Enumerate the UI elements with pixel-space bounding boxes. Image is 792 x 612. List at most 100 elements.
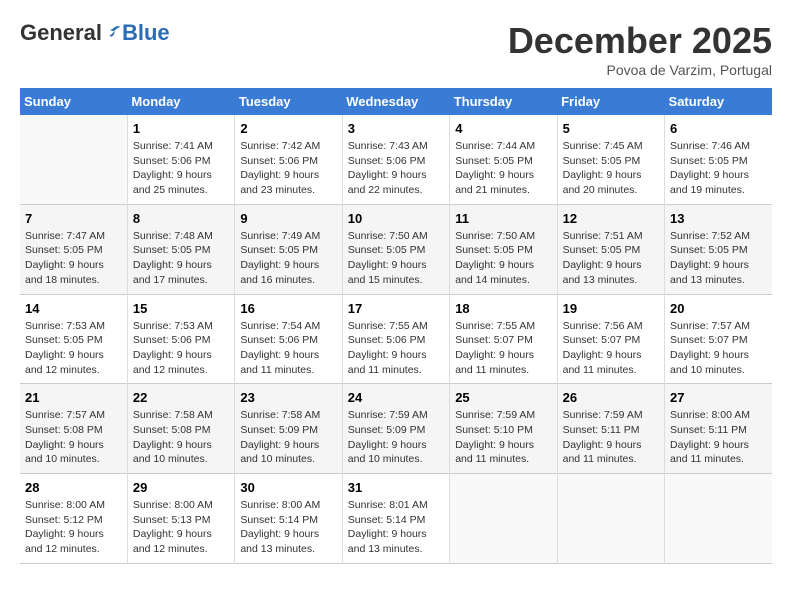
day-info: Sunrise: 7:59 AMSunset: 5:11 PMDaylight:… bbox=[563, 408, 659, 467]
day-number: 29 bbox=[133, 480, 229, 495]
calendar-week-row: 7 Sunrise: 7:47 AMSunset: 5:05 PMDaylight… bbox=[20, 204, 772, 294]
day-info: Sunrise: 8:00 AMSunset: 5:11 PMDaylight:… bbox=[670, 408, 767, 467]
day-info: Sunrise: 8:01 AMSunset: 5:14 PMDaylight:… bbox=[348, 498, 444, 557]
calendar-cell: 5Sunrise: 7:45 AMSunset: 5:05 PMDaylight… bbox=[557, 115, 664, 204]
calendar-cell: 31 Sunrise: 8:01 AMSunset: 5:14 PMDayligh… bbox=[342, 474, 449, 564]
weekday-header: Friday bbox=[557, 88, 664, 115]
day-info: Sunrise: 7:58 AMSunset: 5:09 PMDaylight:… bbox=[240, 408, 336, 467]
calendar-cell: 4 Sunrise: 7:44 AMSunset: 5:05 PMDaylight… bbox=[450, 115, 557, 204]
day-info: Sunrise: 7:47 AMSunset: 5:05 PMDaylight:… bbox=[25, 229, 122, 288]
day-info: Sunrise: 7:55 AMSunset: 5:07 PMDaylight:… bbox=[455, 319, 551, 378]
day-number: 22 bbox=[133, 390, 229, 405]
calendar-cell: 1 Sunrise: 7:41 AMSunset: 5:06 PMDaylight… bbox=[127, 115, 234, 204]
calendar-cell: 12 Sunrise: 7:51 AMSunset: 5:05 PMDayligh… bbox=[557, 204, 664, 294]
day-number: 9 bbox=[240, 211, 336, 226]
day-info: Sunrise: 7:59 AMSunset: 5:09 PMDaylight:… bbox=[348, 408, 444, 467]
day-info: Sunrise: 7:42 AMSunset: 5:06 PMDaylight:… bbox=[240, 139, 336, 198]
calendar-cell: 29 Sunrise: 8:00 AMSunset: 5:13 PMDayligh… bbox=[127, 474, 234, 564]
day-number: 6 bbox=[670, 121, 767, 136]
calendar-week-row: 1 Sunrise: 7:41 AMSunset: 5:06 PMDaylight… bbox=[20, 115, 772, 204]
day-info: Sunrise: 7:43 AMSunset: 5:06 PMDaylight:… bbox=[348, 139, 444, 198]
day-number: 13 bbox=[670, 211, 767, 226]
calendar-cell: 10 Sunrise: 7:50 AMSunset: 5:05 PMDayligh… bbox=[342, 204, 449, 294]
calendar-cell: 21 Sunrise: 7:57 AMSunset: 5:08 PMDayligh… bbox=[20, 384, 127, 474]
weekday-header-row: SundayMondayTuesdayWednesdayThursdayFrid… bbox=[20, 88, 772, 115]
calendar-cell: 9Sunrise: 7:49 AMSunset: 5:05 PMDaylight… bbox=[235, 204, 342, 294]
day-number: 19 bbox=[563, 301, 659, 316]
calendar-cell: 11 Sunrise: 7:50 AMSunset: 5:05 PMDayligh… bbox=[450, 204, 557, 294]
day-info: Sunrise: 7:41 AMSunset: 5:06 PMDaylight:… bbox=[133, 139, 229, 198]
day-number: 20 bbox=[670, 301, 767, 316]
calendar-cell: 30Sunrise: 8:00 AMSunset: 5:14 PMDayligh… bbox=[235, 474, 342, 564]
calendar-week-row: 21 Sunrise: 7:57 AMSunset: 5:08 PMDayligh… bbox=[20, 384, 772, 474]
day-number: 14 bbox=[25, 301, 122, 316]
day-number: 7 bbox=[25, 211, 122, 226]
day-number: 10 bbox=[348, 211, 444, 226]
day-info: Sunrise: 7:54 AMSunset: 5:06 PMDaylight:… bbox=[240, 319, 336, 378]
day-info: Sunrise: 7:53 AMSunset: 5:05 PMDaylight:… bbox=[25, 319, 122, 378]
weekday-header: Thursday bbox=[450, 88, 557, 115]
day-number: 16 bbox=[240, 301, 336, 316]
day-number: 15 bbox=[133, 301, 229, 316]
calendar-cell: 20Sunrise: 7:57 AMSunset: 5:07 PMDayligh… bbox=[665, 294, 772, 384]
calendar-cell: 6 Sunrise: 7:46 AMSunset: 5:05 PMDaylight… bbox=[665, 115, 772, 204]
day-info: Sunrise: 7:50 AMSunset: 5:05 PMDaylight:… bbox=[348, 229, 444, 288]
location-subtitle: Povoa de Varzim, Portugal bbox=[508, 62, 772, 78]
calendar-cell bbox=[557, 474, 664, 564]
weekday-header: Monday bbox=[127, 88, 234, 115]
day-number: 18 bbox=[455, 301, 551, 316]
day-info: Sunrise: 7:50 AMSunset: 5:05 PMDaylight:… bbox=[455, 229, 551, 288]
day-number: 28 bbox=[25, 480, 122, 495]
calendar-cell bbox=[20, 115, 127, 204]
day-number: 21 bbox=[25, 390, 122, 405]
calendar-cell: 15 Sunrise: 7:53 AMSunset: 5:06 PMDayligh… bbox=[127, 294, 234, 384]
day-number: 11 bbox=[455, 211, 551, 226]
day-info: Sunrise: 7:52 AMSunset: 5:05 PMDaylight:… bbox=[670, 229, 767, 288]
calendar-cell bbox=[450, 474, 557, 564]
day-info: Sunrise: 7:53 AMSunset: 5:06 PMDaylight:… bbox=[133, 319, 229, 378]
calendar-table: SundayMondayTuesdayWednesdayThursdayFrid… bbox=[20, 88, 772, 564]
day-number: 5 bbox=[563, 121, 659, 136]
calendar-cell: 14 Sunrise: 7:53 AMSunset: 5:05 PMDayligh… bbox=[20, 294, 127, 384]
calendar-cell: 13 Sunrise: 7:52 AMSunset: 5:05 PMDayligh… bbox=[665, 204, 772, 294]
day-number: 8 bbox=[133, 211, 229, 226]
day-number: 2 bbox=[240, 121, 336, 136]
calendar-cell: 26Sunrise: 7:59 AMSunset: 5:11 PMDayligh… bbox=[557, 384, 664, 474]
calendar-cell: 17 Sunrise: 7:55 AMSunset: 5:06 PMDayligh… bbox=[342, 294, 449, 384]
weekday-header: Saturday bbox=[665, 88, 772, 115]
weekday-header: Tuesday bbox=[235, 88, 342, 115]
day-info: Sunrise: 7:44 AMSunset: 5:05 PMDaylight:… bbox=[455, 139, 551, 198]
calendar-cell: 28 Sunrise: 8:00 AMSunset: 5:12 PMDayligh… bbox=[20, 474, 127, 564]
calendar-cell: 22 Sunrise: 7:58 AMSunset: 5:08 PMDayligh… bbox=[127, 384, 234, 474]
calendar-cell: 24 Sunrise: 7:59 AMSunset: 5:09 PMDayligh… bbox=[342, 384, 449, 474]
day-info: Sunrise: 7:55 AMSunset: 5:06 PMDaylight:… bbox=[348, 319, 444, 378]
weekday-header: Sunday bbox=[20, 88, 127, 115]
calendar-cell: 3 Sunrise: 7:43 AMSunset: 5:06 PMDaylight… bbox=[342, 115, 449, 204]
day-number: 17 bbox=[348, 301, 444, 316]
calendar-week-row: 28 Sunrise: 8:00 AMSunset: 5:12 PMDayligh… bbox=[20, 474, 772, 564]
calendar-week-row: 14 Sunrise: 7:53 AMSunset: 5:05 PMDayligh… bbox=[20, 294, 772, 384]
day-number: 12 bbox=[563, 211, 659, 226]
day-info: Sunrise: 7:51 AMSunset: 5:05 PMDaylight:… bbox=[563, 229, 659, 288]
day-number: 4 bbox=[455, 121, 551, 136]
day-info: Sunrise: 7:56 AMSunset: 5:07 PMDaylight:… bbox=[563, 319, 659, 378]
day-number: 25 bbox=[455, 390, 551, 405]
calendar-cell: 8Sunrise: 7:48 AMSunset: 5:05 PMDaylight… bbox=[127, 204, 234, 294]
day-number: 31 bbox=[348, 480, 444, 495]
day-info: Sunrise: 7:57 AMSunset: 5:08 PMDaylight:… bbox=[25, 408, 122, 467]
weekday-header: Wednesday bbox=[342, 88, 449, 115]
day-number: 30 bbox=[240, 480, 336, 495]
calendar-cell: 2 Sunrise: 7:42 AMSunset: 5:06 PMDaylight… bbox=[235, 115, 342, 204]
day-number: 24 bbox=[348, 390, 444, 405]
day-number: 3 bbox=[348, 121, 444, 136]
calendar-cell: 27 Sunrise: 8:00 AMSunset: 5:11 PMDayligh… bbox=[665, 384, 772, 474]
day-number: 1 bbox=[133, 121, 229, 136]
title-block: December 2025 Povoa de Varzim, Portugal bbox=[508, 20, 772, 78]
day-number: 27 bbox=[670, 390, 767, 405]
day-info: Sunrise: 7:46 AMSunset: 5:05 PMDaylight:… bbox=[670, 139, 767, 198]
day-info: Sunrise: 8:00 AMSunset: 5:12 PMDaylight:… bbox=[25, 498, 122, 557]
day-info: Sunrise: 8:00 AMSunset: 5:13 PMDaylight:… bbox=[133, 498, 229, 557]
day-info: Sunrise: 7:58 AMSunset: 5:08 PMDaylight:… bbox=[133, 408, 229, 467]
calendar-cell: 25Sunrise: 7:59 AMSunset: 5:10 PMDayligh… bbox=[450, 384, 557, 474]
logo: General Blue bbox=[20, 20, 170, 46]
